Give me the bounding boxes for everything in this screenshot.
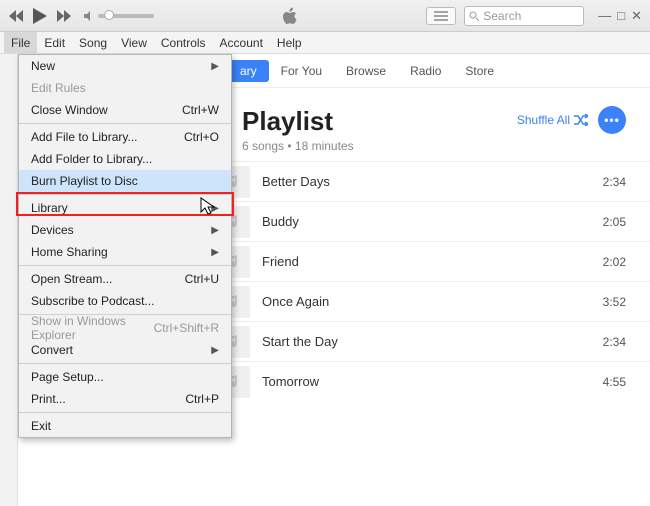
menu-item-page-setup[interactable]: Page Setup... [19, 366, 231, 388]
tab-for-you[interactable]: For You [269, 60, 334, 82]
song-row[interactable]: Friend2:02 [214, 241, 650, 281]
submenu-arrow-icon: ▶ [211, 345, 219, 356]
menu-edit[interactable]: Edit [37, 32, 72, 53]
song-length: 2:34 [582, 175, 626, 189]
song-length: 3:52 [582, 295, 626, 309]
menu-item-burn-playlist-to-disc[interactable]: Burn Playlist to Disc [19, 170, 231, 192]
volume-control[interactable] [84, 11, 154, 21]
titlebar-center [154, 7, 426, 25]
menu-file[interactable]: File [4, 32, 37, 53]
song-length: 2:02 [582, 255, 626, 269]
submenu-arrow-icon: ▶ [211, 225, 219, 236]
song-row[interactable]: Tomorrow4:55 [214, 361, 650, 401]
search-icon [469, 11, 479, 21]
next-button[interactable] [56, 8, 72, 24]
song-title: Start the Day [262, 334, 582, 349]
menu-item-subscribe-to-podcast[interactable]: Subscribe to Podcast... [19, 290, 231, 312]
menu-item-add-file-to-library[interactable]: Add File to Library...Ctrl+O [19, 126, 231, 148]
menu-account[interactable]: Account [213, 32, 270, 53]
menu-help[interactable]: Help [270, 32, 309, 53]
maximize-button[interactable]: □ [617, 8, 625, 24]
song-row[interactable]: Buddy2:05 [214, 201, 650, 241]
prev-button[interactable] [8, 8, 24, 24]
shortcut: Ctrl+O [184, 130, 219, 144]
apple-logo-icon [282, 7, 298, 25]
menu-item-home-sharing[interactable]: Home Sharing▶ [19, 241, 231, 263]
shortcut: Ctrl+U [185, 272, 219, 286]
shuffle-all-button[interactable]: Shuffle All [517, 113, 588, 127]
shortcut: Ctrl+P [185, 392, 219, 406]
titlebar-right: Search — □ ✕ [426, 6, 642, 26]
titlebar: Search — □ ✕ [0, 0, 650, 32]
menu-separator [19, 412, 231, 413]
song-title: Tomorrow [262, 374, 582, 389]
file-menu-dropdown: New▶Edit RulesClose WindowCtrl+W Add File… [18, 54, 232, 438]
menu-item-new[interactable]: New▶ [19, 55, 231, 77]
song-title: Friend [262, 254, 582, 269]
menu-separator [19, 363, 231, 364]
menu-separator [19, 123, 231, 124]
song-length: 2:05 [582, 215, 626, 229]
volume-icon [84, 11, 94, 21]
close-button[interactable]: ✕ [631, 8, 642, 24]
playlist-meta: 6 songs • 18 minutes [242, 139, 517, 153]
menu-item-open-stream[interactable]: Open Stream...Ctrl+U [19, 268, 231, 290]
menu-item-add-folder-to-library[interactable]: Add Folder to Library... [19, 148, 231, 170]
list-view-button[interactable] [426, 7, 456, 25]
menu-item-edit-rules: Edit Rules [19, 77, 231, 99]
menu-song[interactable]: Song [72, 32, 114, 53]
sidebar [0, 54, 18, 506]
menu-item-close-window[interactable]: Close WindowCtrl+W [19, 99, 231, 121]
song-length: 2:34 [582, 335, 626, 349]
search-input[interactable]: Search [464, 6, 584, 26]
tab-store[interactable]: Store [453, 60, 506, 82]
window-controls: — □ ✕ [598, 8, 642, 24]
minimize-button[interactable]: — [598, 8, 611, 24]
more-button[interactable]: ••• [598, 106, 626, 134]
song-title: Buddy [262, 214, 582, 229]
menu-item-print[interactable]: Print...Ctrl+P [19, 388, 231, 410]
volume-slider[interactable] [98, 14, 154, 18]
menu-item-show-in-windows-explorer: Show in Windows ExplorerCtrl+Shift+R [19, 317, 231, 339]
song-length: 4:55 [582, 375, 626, 389]
menu-separator [19, 265, 231, 266]
shuffle-icon [574, 114, 588, 126]
song-row[interactable]: Once Again3:52 [214, 281, 650, 321]
playlist-title: Playlist [242, 106, 517, 137]
playlist-actions: Shuffle All ••• [517, 106, 626, 134]
menu-item-convert[interactable]: Convert▶ [19, 339, 231, 361]
tab-browse[interactable]: Browse [334, 60, 398, 82]
shortcut: Ctrl+W [182, 103, 219, 117]
cursor-icon [200, 197, 216, 217]
menubar: FileEditSongViewControlsAccountHelp [0, 32, 650, 54]
menu-item-exit[interactable]: Exit [19, 415, 231, 437]
playback-controls [8, 8, 72, 24]
tab-radio[interactable]: Radio [398, 60, 453, 82]
menu-item-devices[interactable]: Devices▶ [19, 219, 231, 241]
play-button[interactable] [32, 8, 48, 24]
tab-library[interactable]: ary [228, 60, 269, 82]
shortcut: Ctrl+Shift+R [154, 321, 219, 335]
submenu-arrow-icon: ▶ [211, 61, 219, 72]
submenu-arrow-icon: ▶ [211, 247, 219, 258]
menu-separator [19, 194, 231, 195]
song-row[interactable]: Start the Day2:34 [214, 321, 650, 361]
song-row[interactable]: Better Days2:34 [214, 161, 650, 201]
menu-view[interactable]: View [114, 32, 154, 53]
song-title: Once Again [262, 294, 582, 309]
song-title: Better Days [262, 174, 582, 189]
search-placeholder: Search [483, 9, 521, 23]
menu-controls[interactable]: Controls [154, 32, 213, 53]
